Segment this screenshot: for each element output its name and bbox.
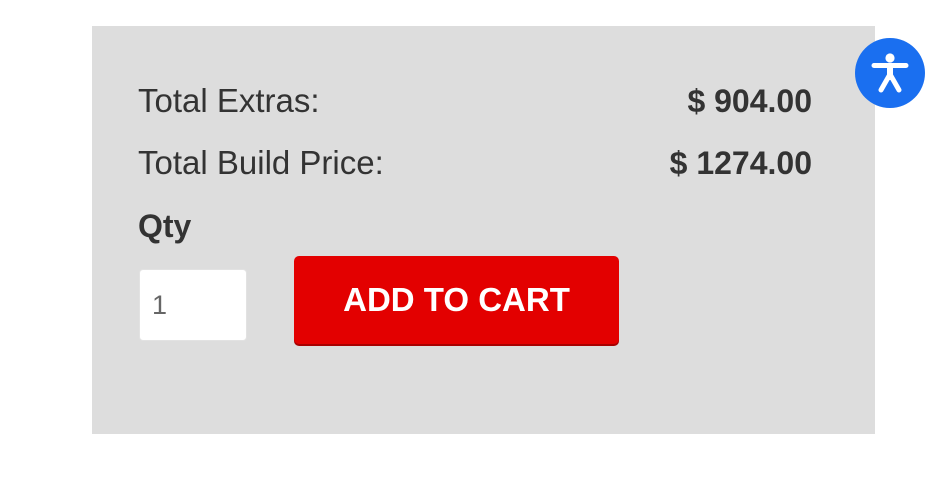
page: Total Extras: $ 904.00 Total Build Price… xyxy=(0,0,948,500)
total-build-price-value: $ 1274.00 xyxy=(669,145,812,181)
accessibility-button[interactable] xyxy=(855,38,925,108)
quantity-label: Qty xyxy=(138,208,192,244)
total-build-price-label: Total Build Price: xyxy=(138,144,384,181)
total-build-price-row: Total Build Price: $ 1274.00 xyxy=(138,144,812,182)
total-extras-value: $ 904.00 xyxy=(687,83,812,119)
price-summary-panel: Total Extras: $ 904.00 Total Build Price… xyxy=(92,26,875,434)
total-extras-row: Total Extras: $ 904.00 xyxy=(138,82,812,120)
quantity-input[interactable] xyxy=(139,269,247,341)
total-extras-label: Total Extras: xyxy=(138,82,320,119)
add-to-cart-button[interactable]: ADD TO CART xyxy=(294,256,619,344)
accessibility-person-icon xyxy=(866,49,914,97)
